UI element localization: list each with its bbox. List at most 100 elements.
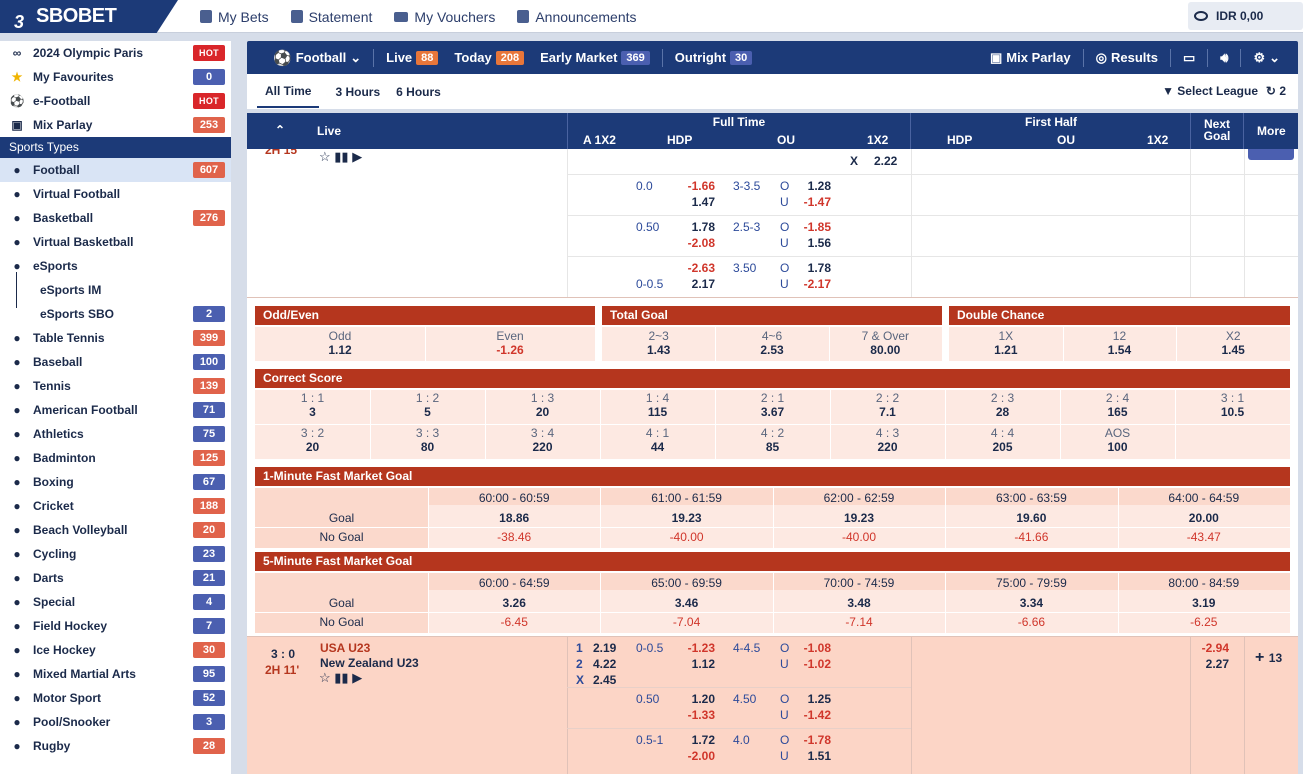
fast-goal-odds[interactable]: 3.48 bbox=[773, 596, 945, 610]
fast-goal-odds[interactable]: 3.19 bbox=[1118, 596, 1290, 610]
tab-early-market[interactable]: Early Market 369 bbox=[532, 50, 658, 65]
odds-x[interactable]: 2.22 bbox=[874, 154, 897, 168]
fast-goal-odds[interactable]: 20.00 bbox=[1118, 511, 1290, 525]
fast-nogoal-odds[interactable]: -38.46 bbox=[428, 530, 600, 544]
odds-hdp-home[interactable]: -1.66 bbox=[687, 179, 715, 193]
fast-goal-odds[interactable]: 19.23 bbox=[600, 511, 772, 525]
statement-link[interactable]: Statement bbox=[290, 9, 372, 25]
filter-all-time[interactable]: All Time bbox=[257, 76, 320, 108]
correct-score-option[interactable]: 3 : 3 80 bbox=[370, 426, 485, 454]
more-markets-button[interactable]: + 13 bbox=[1255, 649, 1282, 667]
odds-1x2[interactable]: 2.19 bbox=[593, 641, 616, 655]
fast-nogoal-odds[interactable]: -41.66 bbox=[945, 530, 1117, 544]
odds-1x2[interactable]: 4.22 bbox=[593, 657, 616, 671]
sidebar-item-tennis[interactable]: ● Tennis 139 bbox=[0, 374, 231, 398]
odds-hdp-away[interactable]: 1.47 bbox=[687, 195, 715, 209]
market-option[interactable]: 1X 1.21 bbox=[949, 329, 1063, 357]
select-league-button[interactable]: ▼ Select League bbox=[1162, 84, 1258, 98]
sound-button[interactable]: 🔊︎ bbox=[1212, 50, 1236, 66]
odds-under[interactable]: -1.02 bbox=[803, 657, 831, 671]
sidebar-item-basketball[interactable]: ● Basketball 276 bbox=[0, 206, 231, 230]
fast-nogoal-odds[interactable]: -7.14 bbox=[773, 615, 945, 629]
fast-nogoal-odds[interactable]: -40.00 bbox=[600, 530, 772, 544]
my-bets-link[interactable]: My Bets bbox=[200, 9, 269, 25]
eye-icon[interactable] bbox=[1194, 11, 1208, 21]
odds-hdp-home[interactable]: 1.78 bbox=[687, 220, 715, 234]
market-option[interactable]: 4~6 2.53 bbox=[715, 329, 828, 357]
odds-over[interactable]: -1.78 bbox=[803, 733, 831, 747]
fast-nogoal-odds[interactable]: -6.45 bbox=[428, 615, 600, 629]
fast-goal-odds[interactable]: 3.26 bbox=[428, 596, 600, 610]
fast-nogoal-odds[interactable]: -6.25 bbox=[1118, 615, 1290, 629]
correct-score-option[interactable]: 4 : 3 220 bbox=[830, 426, 945, 454]
sidebar-item-cricket[interactable]: ● Cricket 188 bbox=[0, 494, 231, 518]
odds-under[interactable]: -2.17 bbox=[803, 277, 831, 291]
tv-button[interactable]: ▭ bbox=[1175, 50, 1203, 66]
sidebar-item-football[interactable]: ● Football 607 bbox=[0, 158, 231, 182]
sidebar-item-field-hockey[interactable]: ● Field Hockey 7 bbox=[0, 614, 231, 638]
odds-over[interactable]: 1.25 bbox=[803, 692, 831, 706]
stats-icon[interactable]: ▮▮ bbox=[334, 149, 348, 164]
my-vouchers-link[interactable]: My Vouchers bbox=[394, 9, 495, 25]
odds-1x2[interactable]: 2.45 bbox=[593, 673, 616, 687]
odds-hdp-away[interactable]: 2.17 bbox=[687, 277, 715, 291]
sidebar-item-athletics[interactable]: ● Athletics 75 bbox=[0, 422, 231, 446]
balance-display[interactable]: IDR 0,00 bbox=[1188, 2, 1303, 30]
favourite-star-icon[interactable]: ☆ bbox=[319, 149, 331, 164]
sidebar-item-motor-sport[interactable]: ● Motor Sport 52 bbox=[0, 686, 231, 710]
correct-score-option[interactable]: 3 : 1 10.5 bbox=[1175, 391, 1290, 419]
fast-goal-odds[interactable]: 19.23 bbox=[773, 511, 945, 525]
sidebar-item-boxing[interactable]: ● Boxing 67 bbox=[0, 470, 231, 494]
fast-goal-odds[interactable]: 19.60 bbox=[945, 511, 1117, 525]
sidebar-item-rugby[interactable]: ● Rugby 28 bbox=[0, 734, 231, 758]
sidebar-item-darts[interactable]: ● Darts 21 bbox=[0, 566, 231, 590]
sidebar-item-mixed-martial-arts[interactable]: ● Mixed Martial Arts 95 bbox=[0, 662, 231, 686]
market-option[interactable]: X2 1.45 bbox=[1176, 329, 1290, 357]
favourite-star-icon[interactable]: ☆ bbox=[319, 670, 331, 685]
market-option[interactable]: Odd 1.12 bbox=[255, 329, 425, 357]
odds-under[interactable]: -1.42 bbox=[803, 708, 831, 722]
sidebar-item-virtual-football[interactable]: ● Virtual Football bbox=[0, 182, 231, 206]
correct-score-option[interactable]: 1 : 2 5 bbox=[370, 391, 485, 419]
settings-button[interactable]: ⚙ ⌄ bbox=[1245, 50, 1298, 66]
next-goal-odds[interactable]: 2.27 bbox=[1201, 657, 1229, 671]
refresh-button[interactable]: ↻ 2 bbox=[1266, 84, 1286, 98]
home-team[interactable]: USA U23 bbox=[320, 641, 370, 655]
correct-score-option[interactable]: 2 : 1 3.67 bbox=[715, 391, 830, 419]
sidebar-item-ice-hockey[interactable]: ● Ice Hockey 30 bbox=[0, 638, 231, 662]
odds-over[interactable]: 1.28 bbox=[803, 179, 831, 193]
sidebar-item-cycling[interactable]: ● Cycling 23 bbox=[0, 542, 231, 566]
fast-nogoal-odds[interactable]: -7.04 bbox=[600, 615, 772, 629]
play-icon[interactable]: ▶ bbox=[352, 670, 362, 685]
sidebar-item-american-football[interactable]: ● American Football 71 bbox=[0, 398, 231, 422]
sbobet-logo[interactable]: 3 SBOBET bbox=[0, 0, 178, 33]
odds-under[interactable]: 1.51 bbox=[803, 749, 831, 763]
sidebar-item-baseball[interactable]: ● Baseball 100 bbox=[0, 350, 231, 374]
sidebar-item-table-tennis[interactable]: ● Table Tennis 399 bbox=[0, 326, 231, 350]
results-button[interactable]: ◎ Results bbox=[1088, 50, 1166, 66]
odds-hdp-home[interactable]: -2.63 bbox=[687, 261, 715, 275]
announcements-link[interactable]: Announcements bbox=[517, 9, 637, 25]
odds-over[interactable]: -1.08 bbox=[803, 641, 831, 655]
correct-score-option[interactable]: 2 : 3 28 bbox=[945, 391, 1060, 419]
fast-nogoal-odds[interactable]: -40.00 bbox=[773, 530, 945, 544]
sidebar-item-pool-snooker[interactable]: ● Pool/Snooker 3 bbox=[0, 710, 231, 734]
correct-score-option[interactable]: 4 : 2 85 bbox=[715, 426, 830, 454]
sidebar-item-esports-im[interactable]: eSports IM bbox=[0, 272, 231, 302]
correct-score-option[interactable]: 2 : 2 7.1 bbox=[830, 391, 945, 419]
fast-goal-odds[interactable]: 18.86 bbox=[428, 511, 600, 525]
odds-hdp-home[interactable]: 1.72 bbox=[687, 733, 715, 747]
odds-under[interactable]: 1.56 bbox=[803, 236, 831, 250]
correct-score-option[interactable]: AOS 100 bbox=[1060, 426, 1175, 454]
sport-selector[interactable]: ⚽ Football ⌄ bbox=[247, 49, 369, 67]
sidebar-item-beach-volleyball[interactable]: ● Beach Volleyball 20 bbox=[0, 518, 231, 542]
correct-score-option[interactable]: 3 : 4 220 bbox=[485, 426, 600, 454]
more-bets-button[interactable] bbox=[1248, 149, 1294, 160]
fast-nogoal-odds[interactable]: -43.47 bbox=[1118, 530, 1290, 544]
correct-score-option[interactable]: 3 : 2 20 bbox=[255, 426, 370, 454]
fast-goal-odds[interactable]: 3.46 bbox=[600, 596, 772, 610]
tab-outright[interactable]: Outright 30 bbox=[667, 50, 761, 65]
odds-hdp-home[interactable]: -1.23 bbox=[687, 641, 715, 655]
odds-under[interactable]: -1.47 bbox=[803, 195, 831, 209]
correct-score-option[interactable]: 1 : 3 20 bbox=[485, 391, 600, 419]
